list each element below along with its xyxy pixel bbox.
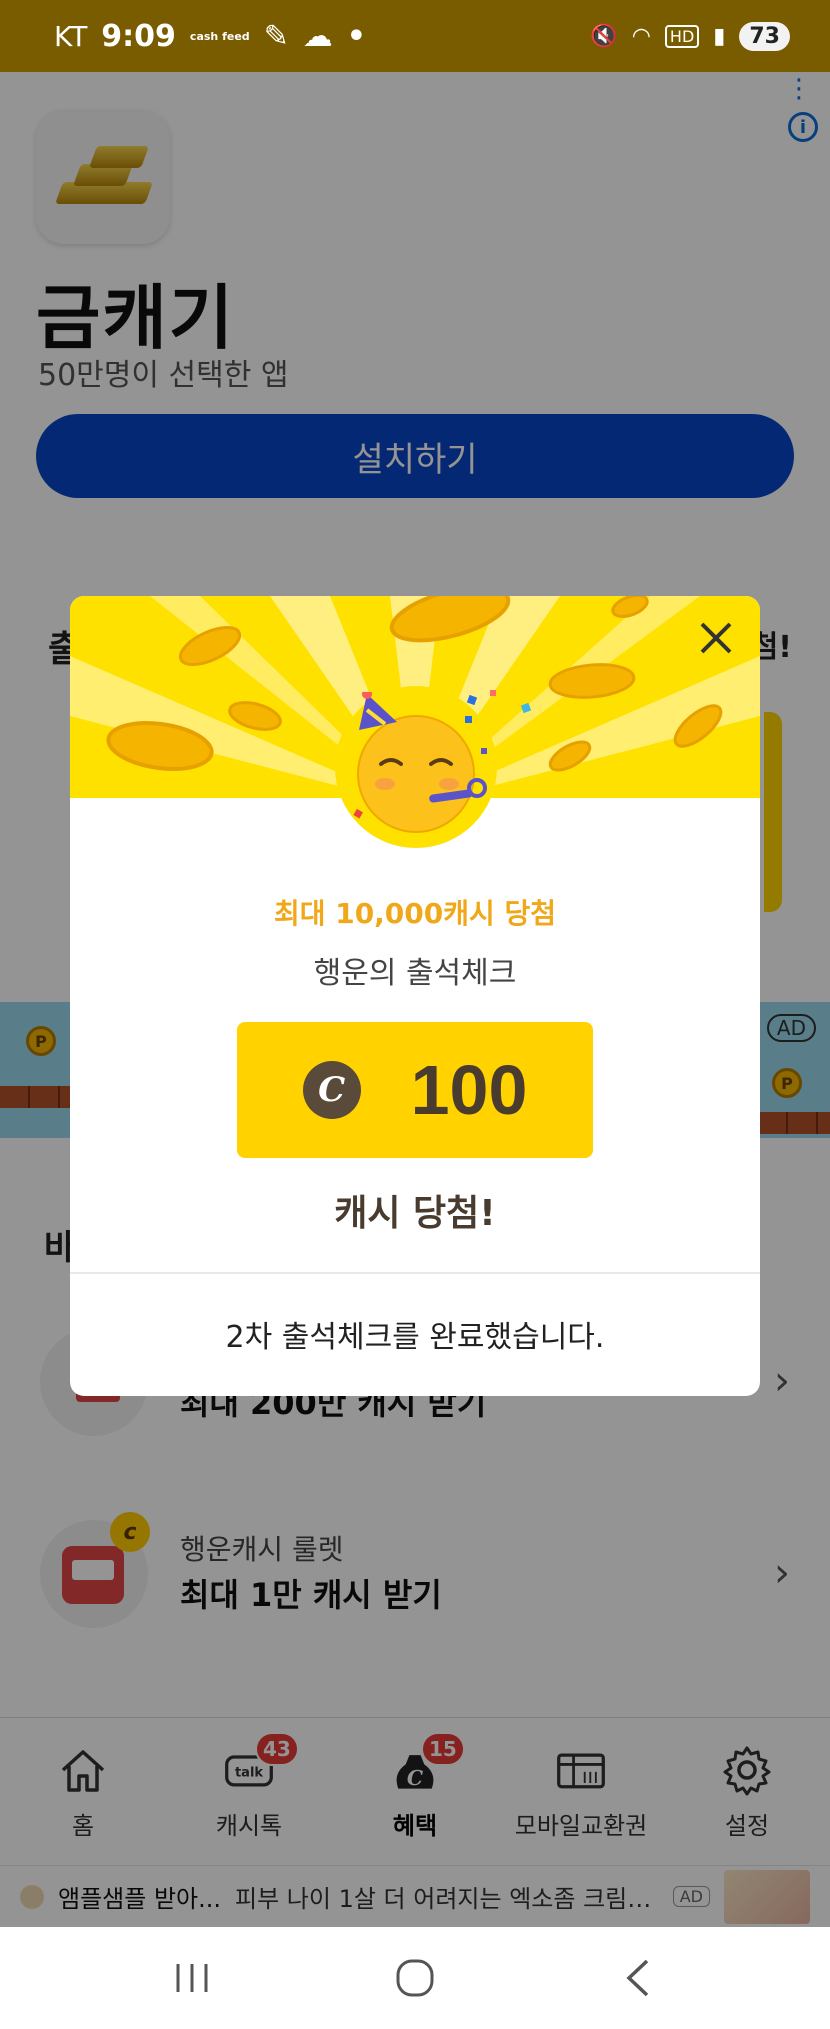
notification-icon: ✎: [263, 18, 289, 54]
clock: 9:09: [101, 18, 176, 54]
party-face-icon: [335, 686, 497, 848]
mute-icon: 🔇: [590, 23, 618, 49]
back-button[interactable]: [598, 1948, 678, 2008]
reward-amount: 100: [410, 1051, 528, 1129]
hd-icon: HD: [664, 24, 700, 48]
wifi-icon: ◠: [631, 23, 651, 49]
more-notifications-dot: •: [346, 18, 366, 54]
dialog-title: 행운의 출석체크: [313, 956, 517, 991]
signal-icon: ▮: [713, 23, 726, 49]
carrier-label: KT: [54, 19, 88, 53]
cashfeed-notification-icon: cash feed: [189, 29, 250, 43]
divider: [70, 1272, 760, 1274]
status-left: KT 9:09 cash feed ✎ ☁ •: [54, 19, 366, 54]
completion-message: 2차 출석체크를 완료했습니다.: [225, 1320, 605, 1355]
system-navigation-bar: [0, 1927, 830, 2029]
recent-apps-button[interactable]: [152, 1948, 232, 2008]
reward-won-text: 캐시 당첨!: [334, 1193, 496, 1234]
max-reward-text: 최대 10,000캐시 당첨: [273, 897, 557, 930]
status-bar: KT 9:09 cash feed ✎ ☁ • 🔇 ◠ HD ▮ 73: [0, 0, 830, 72]
status-right: 🔇 ◠ HD ▮ 73: [590, 21, 790, 51]
home-button[interactable]: [375, 1948, 455, 2008]
reward-amount-box: C 100: [237, 1022, 593, 1158]
battery-indicator: 73: [739, 21, 790, 51]
cash-coin-icon: C: [302, 1061, 361, 1119]
close-icon[interactable]: [694, 616, 738, 660]
attendance-reward-dialog: 최대 10,000캐시 당첨 행운의 출석체크 C 100 캐시 당첨! 2차 …: [70, 596, 760, 1396]
chat-notification-icon: ☁: [302, 18, 333, 54]
